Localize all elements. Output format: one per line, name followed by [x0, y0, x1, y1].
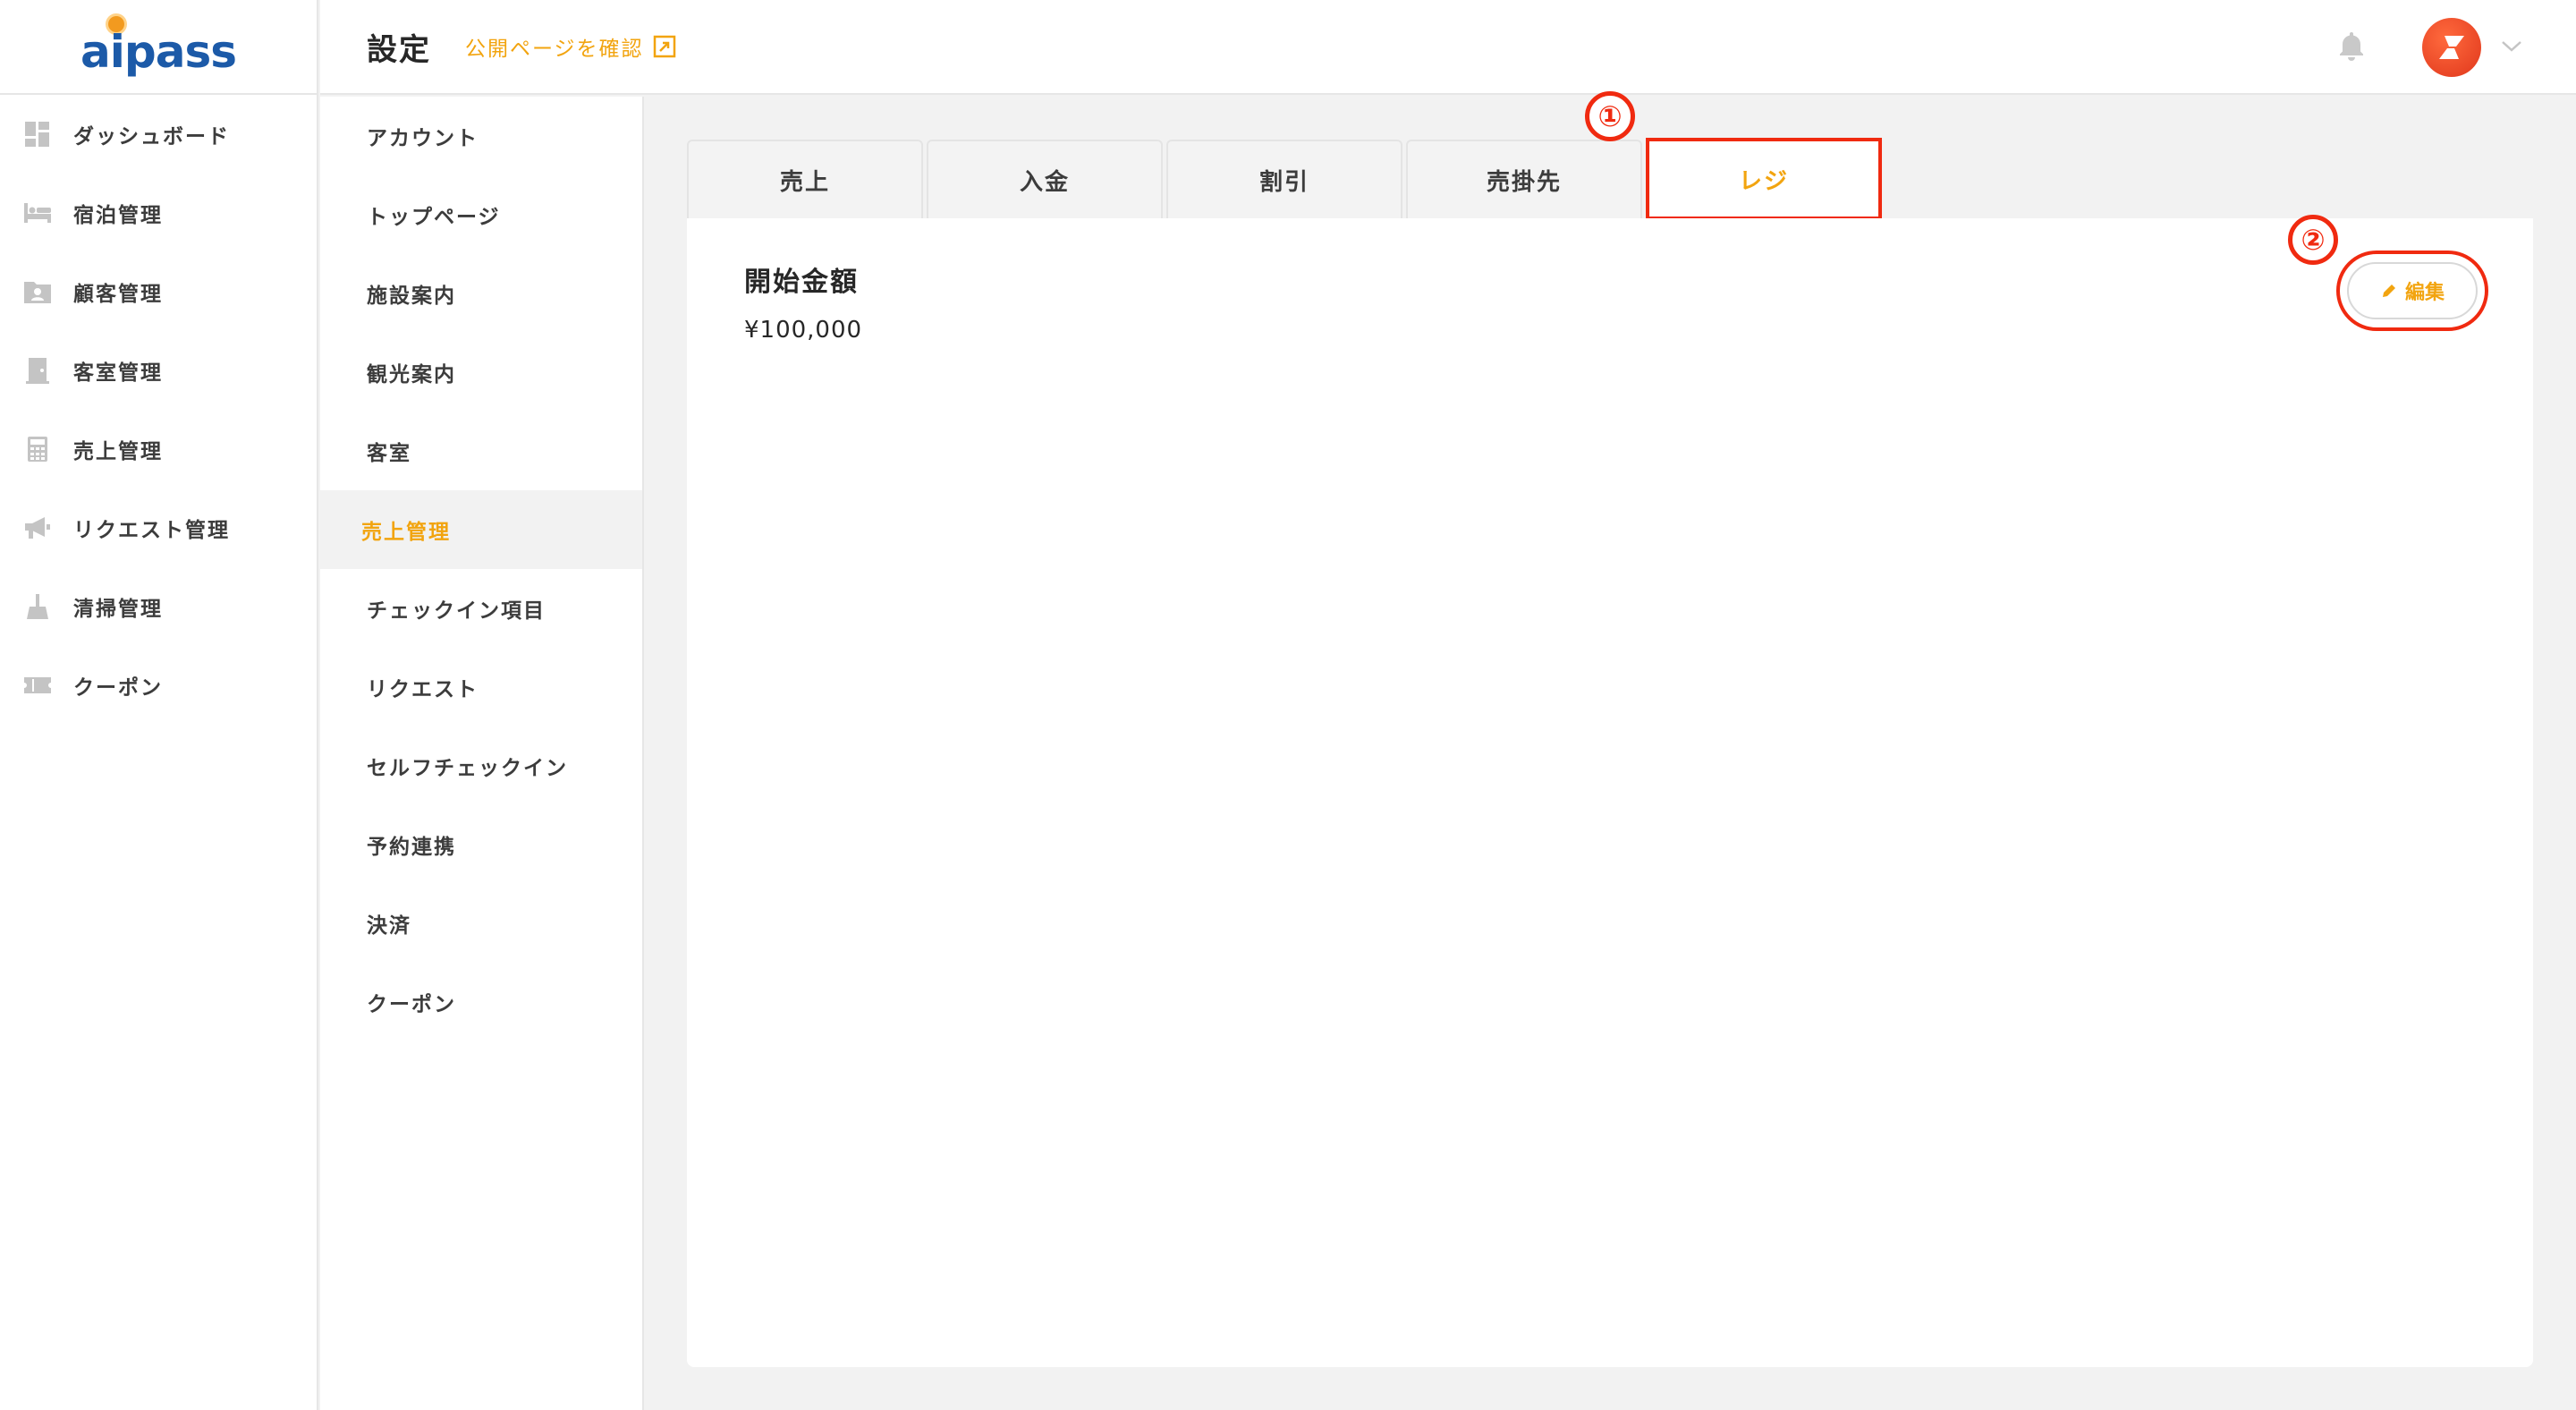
public-page-link[interactable]: 公開ページを確認 — [465, 31, 676, 62]
tab-sales[interactable]: 売上 — [687, 140, 923, 218]
logo[interactable]: aipass — [0, 0, 317, 95]
settings-submenu: アカウント トップページ 施設案内 観光案内 客室 売上管理 チェックイン項目 … — [320, 97, 644, 1410]
tab-discounts[interactable]: 割引 — [1166, 140, 1402, 218]
nav-item-stay[interactable]: 宿泊管理 — [0, 174, 317, 252]
nav-item-sales[interactable]: 売上管理 — [0, 410, 317, 488]
submenu-item-facility-info[interactable]: 施設案内 — [320, 254, 642, 333]
submenu-item-self-checkin[interactable]: セルフチェックイン — [320, 726, 642, 805]
external-link-icon — [653, 35, 675, 58]
dashboard-icon — [23, 120, 52, 149]
nav-item-requests[interactable]: リクエスト管理 — [0, 488, 317, 567]
nav-label: リクエスト管理 — [73, 519, 230, 542]
bell-icon[interactable] — [2338, 30, 2365, 64]
tab-payments[interactable]: 入金 — [927, 140, 1163, 218]
calculator-icon — [23, 435, 52, 463]
edit-button[interactable]: 編集 — [2347, 262, 2478, 319]
logo-text: aipass — [80, 26, 237, 78]
annotation-step-2: ② — [2288, 215, 2338, 265]
register-panel: 開始金額 ¥100,000 編集 — [687, 218, 2533, 1367]
pencil-icon — [2382, 285, 2395, 297]
submenu-item-account[interactable]: アカウント — [320, 97, 642, 175]
submenu-item-top-page[interactable]: トップページ — [320, 175, 642, 254]
submenu-item-requests[interactable]: リクエスト — [320, 648, 642, 726]
nav-label: 宿泊管理 — [73, 204, 163, 227]
avatar-logo-icon — [2439, 36, 2464, 59]
edit-button-label: 編集 — [2404, 282, 2445, 304]
submenu-item-sightseeing[interactable]: 観光案内 — [320, 333, 642, 412]
nav-label: 顧客管理 — [73, 283, 163, 306]
nav-label: 清掃管理 — [73, 598, 163, 621]
main-nav: ダッシュボード 宿泊管理 顧客管理 客室管理 売上管理 リクエスト管理 清掃管理… — [0, 95, 317, 725]
door-icon — [23, 356, 52, 385]
submenu-item-rooms[interactable]: 客室 — [320, 412, 642, 490]
chevron-down-icon[interactable] — [2501, 39, 2522, 56]
avatar[interactable] — [2422, 18, 2481, 77]
page-title: 設定 — [367, 31, 431, 68]
nav-item-dashboard[interactable]: ダッシュボード — [0, 95, 317, 174]
tab-accounts-receivable[interactable]: 売掛先 — [1406, 140, 1642, 218]
broom-icon — [23, 592, 52, 621]
submenu-item-payment[interactable]: 決済 — [320, 884, 642, 963]
nav-label: 売上管理 — [73, 440, 163, 463]
nav-item-rooms[interactable]: 客室管理 — [0, 331, 317, 410]
opening-amount-label: 開始金額 — [744, 267, 859, 298]
submenu-item-coupons[interactable]: クーポン — [320, 963, 642, 1041]
sales-tabs: 売上 入金 割引 売掛先 レジ — [687, 138, 1885, 220]
opening-amount-value: ¥100,000 — [744, 317, 863, 344]
nav-label: ダッシュボード — [73, 125, 230, 149]
header-actions — [2338, 0, 2522, 95]
nav-label: 客室管理 — [73, 361, 163, 385]
main-sidebar: aipass ダッシュボード 宿泊管理 顧客管理 客室管理 売上管理 リクエスト… — [0, 0, 318, 1410]
bed-icon — [23, 199, 52, 227]
megaphone-icon — [23, 514, 52, 542]
top-header: 設定 公開ページを確認 — [320, 0, 2576, 95]
ticket-icon — [23, 671, 52, 700]
nav-label: クーポン — [73, 676, 163, 700]
nav-item-customers[interactable]: 顧客管理 — [0, 252, 317, 331]
submenu-item-reservation-sync[interactable]: 予約連携 — [320, 805, 642, 884]
nav-item-coupons[interactable]: クーポン — [0, 646, 317, 725]
nav-item-cleaning[interactable]: 清掃管理 — [0, 567, 317, 646]
customer-folder-icon — [23, 277, 52, 306]
public-page-link-label: 公開ページを確認 — [465, 38, 644, 61]
tab-register[interactable]: レジ — [1646, 138, 1882, 220]
submenu-item-sales[interactable]: 売上管理 — [320, 490, 642, 569]
submenu-item-checkin-fields[interactable]: チェックイン項目 — [320, 569, 642, 648]
annotation-step-1: ① — [1585, 91, 1635, 141]
